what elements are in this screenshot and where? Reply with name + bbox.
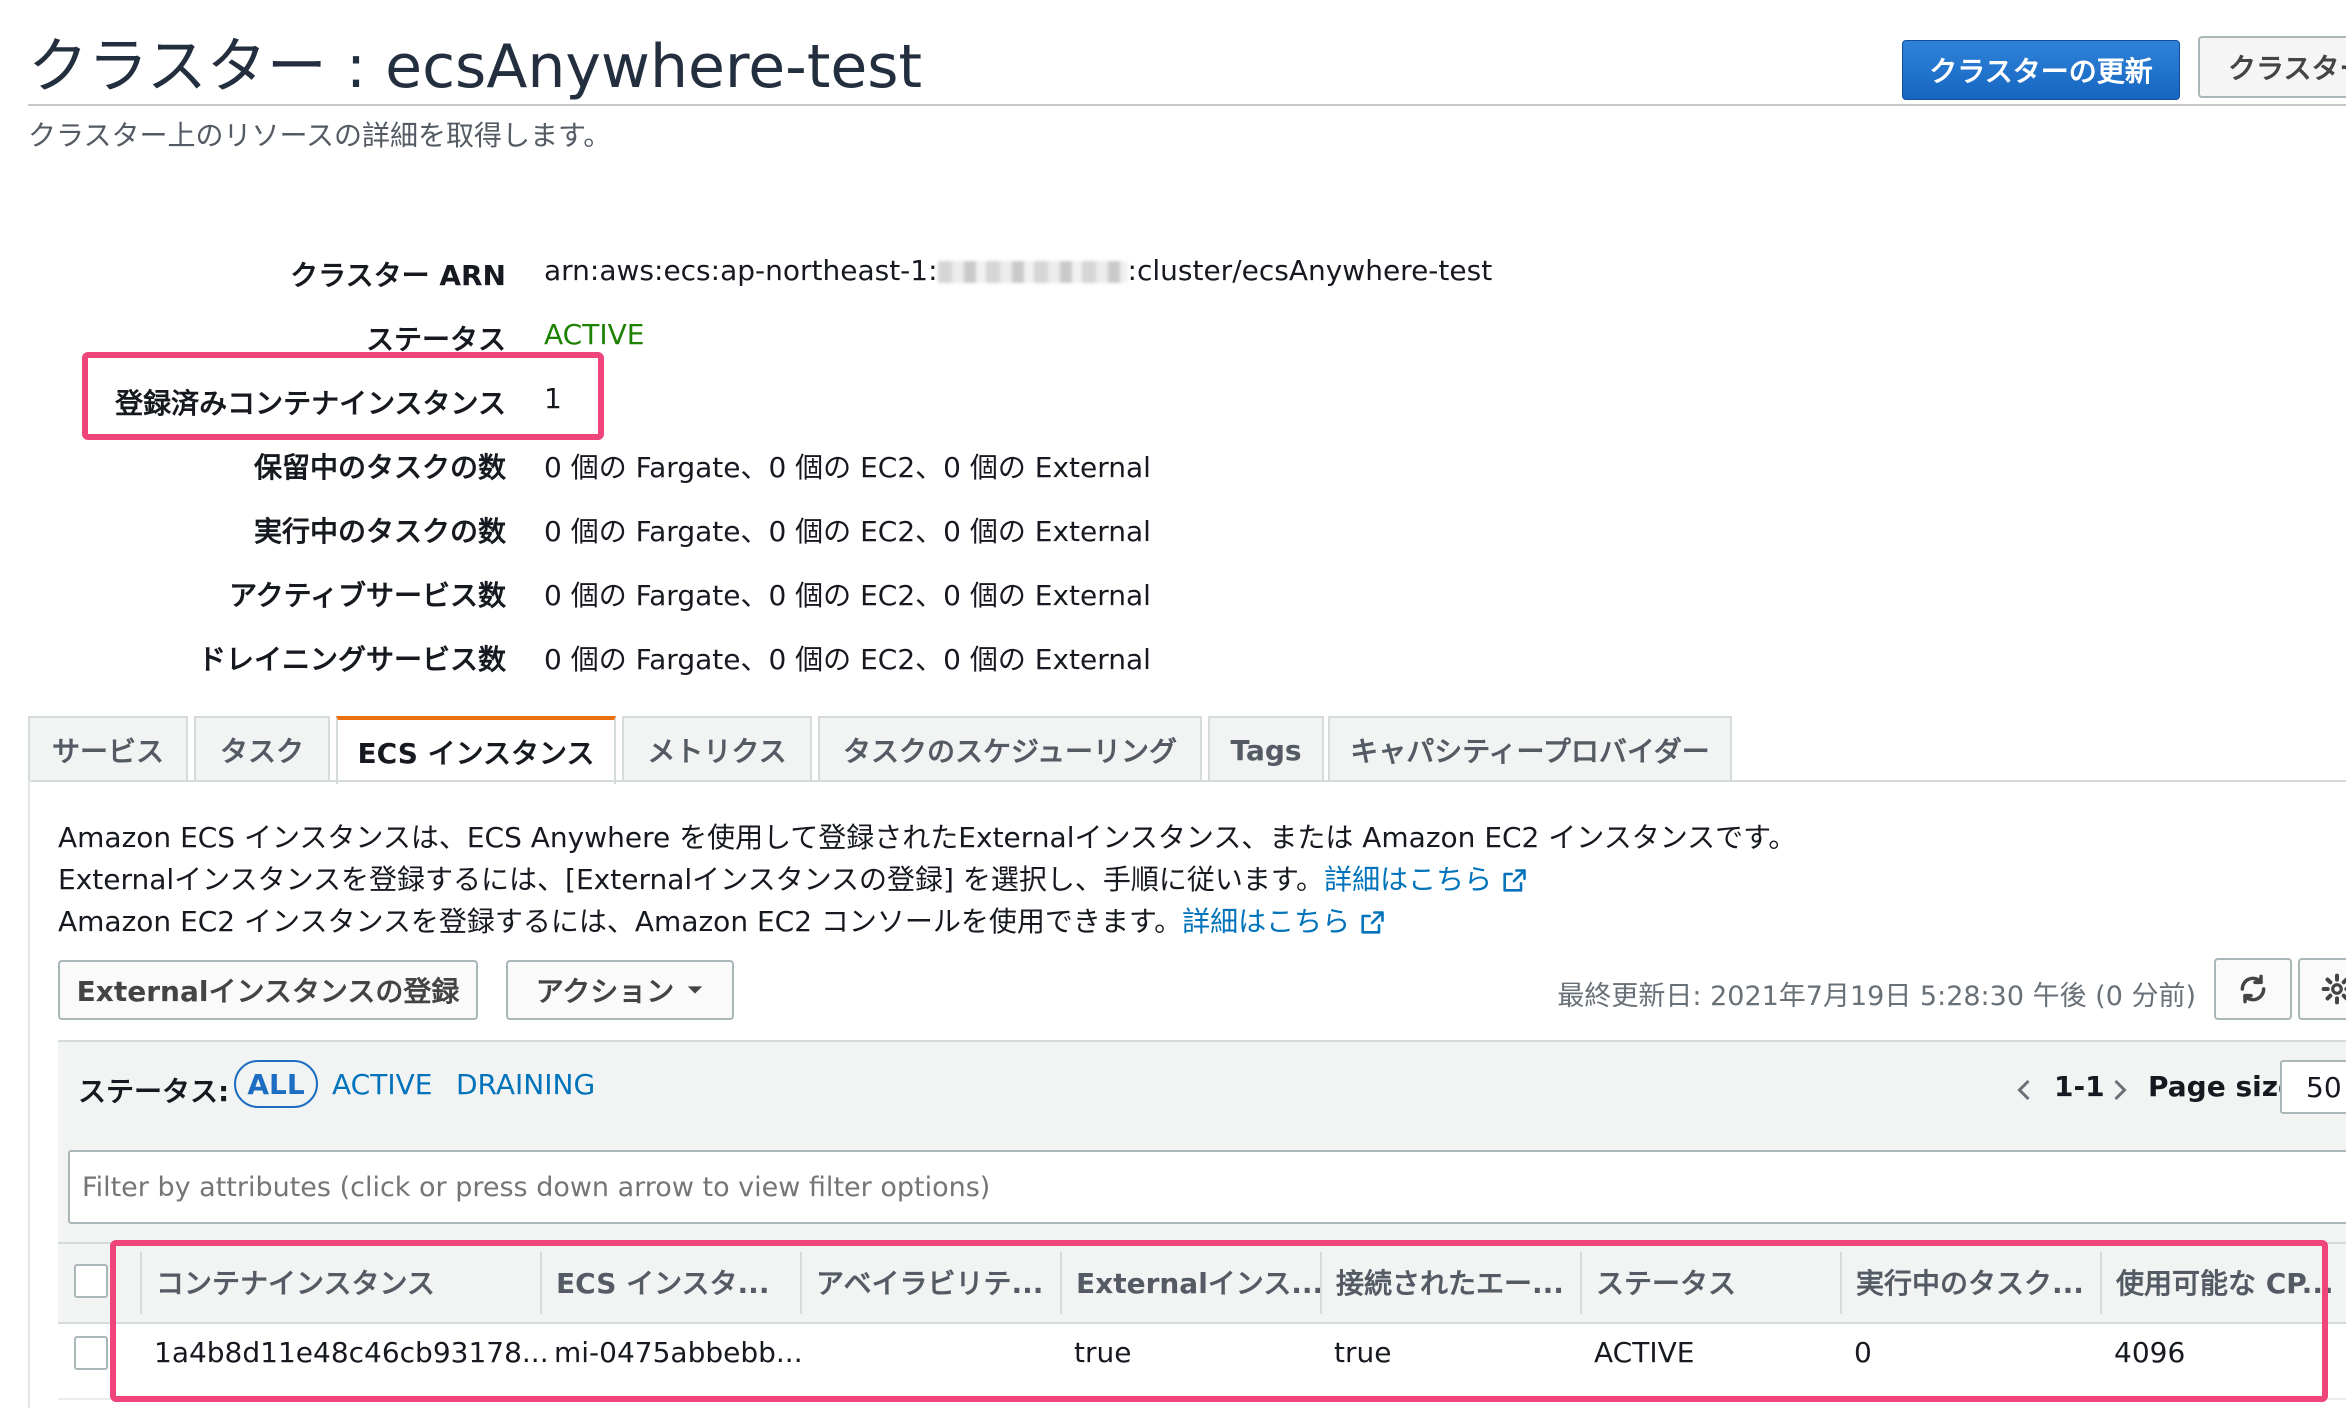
page-size-label: Page size [2148, 1070, 2297, 1103]
running-tasks-label: 実行中のタスクの数 [253, 515, 506, 548]
arn-value: arn:aws:ecs:ap-northeast-1: :cluster/ecsA… [544, 254, 1492, 287]
arn-suffix: :cluster/ecsAnywhere-test [1127, 254, 1493, 287]
highlight-box-registered [82, 352, 604, 440]
tab-metrics[interactable]: メトリクス [622, 716, 812, 782]
tab-services[interactable]: サービス [28, 716, 188, 782]
refresh-button[interactable] [2214, 958, 2292, 1020]
caret-down-icon [688, 986, 703, 994]
tab-tags[interactable]: Tags [1208, 716, 1324, 782]
arn-label: クラスター ARN [290, 259, 506, 292]
last-updated-text: 最終更新日: 2021年7月19日 5:28:30 午後 (0 分前) [1557, 981, 2196, 1012]
tab-tasks[interactable]: タスク [194, 716, 330, 782]
filter-attributes-input[interactable] [68, 1150, 2346, 1224]
panel-border [28, 780, 30, 1408]
gear-icon [2321, 973, 2346, 1005]
learn-more-link-external[interactable]: 詳細はこちら [1324, 863, 1492, 896]
status-filter-draining[interactable]: DRAINING [456, 1068, 595, 1101]
pagination-range: 1-1 [2054, 1070, 2105, 1103]
page-size-select[interactable]: 50 [2280, 1060, 2346, 1114]
cluster-secondary-button[interactable]: クラスター [2198, 36, 2346, 98]
page-title: クラスター : ecsAnywhere-test [28, 32, 923, 102]
chevron-left-icon[interactable] [2016, 1078, 2032, 1102]
redacted-account-id [937, 261, 1128, 283]
arn-prefix: arn:aws:ecs:ap-northeast-1: [544, 254, 938, 287]
actions-dropdown-button[interactable]: アクション [506, 960, 734, 1020]
external-link-icon[interactable] [1358, 909, 1386, 937]
active-services-value: 0 個の Fargate、0 個の EC2、0 個の External [544, 579, 1151, 612]
pending-tasks-value: 0 個の Fargate、0 個の EC2、0 個の External [544, 451, 1151, 484]
filter-input-area [58, 1132, 2346, 1242]
register-external-instance-button[interactable]: Externalインスタンスの登録 [58, 960, 478, 1020]
status-filter-all[interactable]: ALL [234, 1060, 318, 1108]
description-line-2: Externalインスタンスを登録するには、[Externalインスタンスの登録… [58, 858, 1528, 898]
tab-capacity-providers[interactable]: キャパシティープロバイダー [1328, 716, 1732, 782]
title-divider [28, 104, 2346, 106]
settings-button[interactable] [2298, 958, 2346, 1020]
select-all-checkbox[interactable] [74, 1264, 108, 1298]
pending-tasks-label: 保留中のタスクの数 [253, 451, 506, 484]
draining-services-value: 0 個の Fargate、0 個の EC2、0 個の External [544, 643, 1151, 676]
running-tasks-value: 0 個の Fargate、0 個の EC2、0 個の External [544, 515, 1151, 548]
highlight-box-table [110, 1240, 2328, 1402]
actions-label: アクション [535, 975, 675, 1008]
status-value: ACTIVE [544, 318, 645, 351]
description-line-1: Amazon ECS インスタンスは、ECS Anywhere を使用して登録さ… [58, 821, 1797, 854]
description-line-3-text: Amazon EC2 インスタンスを登録するには、Amazon EC2 コンソー… [58, 905, 1183, 938]
chevron-right-icon[interactable] [2112, 1078, 2128, 1102]
active-services-label: アクティブサービス数 [229, 579, 506, 612]
tab-ecs-instances[interactable]: ECS インスタンス [336, 716, 616, 784]
description-line-2-text: Externalインスタンスを登録するには、[Externalインスタンスの登録… [58, 863, 1325, 896]
page-subtitle: クラスター上のリソースの詳細を取得します。 [28, 119, 612, 152]
draining-services-label: ドレイニングサービス数 [197, 643, 506, 676]
update-cluster-button[interactable]: クラスターの更新 [1902, 40, 2180, 100]
learn-more-link-ec2[interactable]: 詳細はこちら [1182, 905, 1350, 938]
description-line-3: Amazon EC2 インスタンスを登録するには、Amazon EC2 コンソー… [58, 900, 1386, 940]
external-link-icon[interactable] [1500, 867, 1528, 895]
status-filter-active[interactable]: ACTIVE [332, 1068, 432, 1101]
tab-task-scheduling[interactable]: タスクのスケジューリング [818, 716, 1202, 782]
tabs-divider [28, 780, 2346, 782]
refresh-icon [2240, 974, 2266, 1004]
status-filter-label: ステータス: [78, 1075, 230, 1108]
row-checkbox[interactable] [74, 1336, 108, 1370]
